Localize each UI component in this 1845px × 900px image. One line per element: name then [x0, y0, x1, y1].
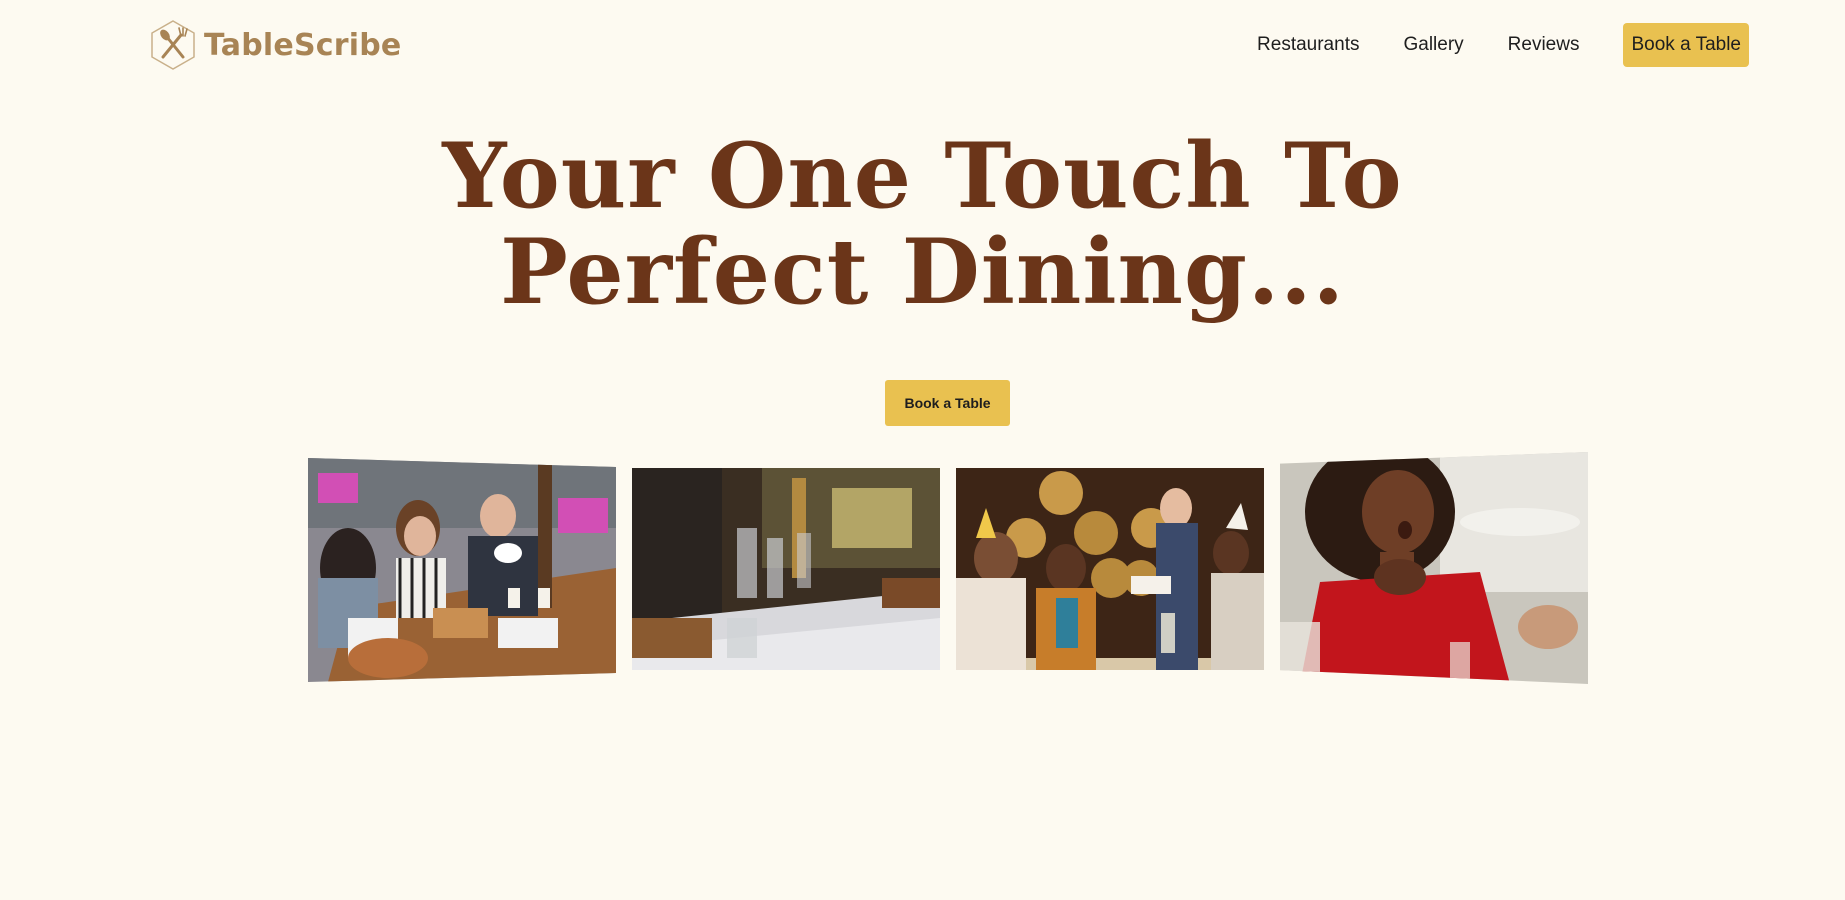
top-nav: TableScribe Restaurants Gallery Reviews … — [0, 0, 1845, 90]
hero-title: Your One Touch To Perfect Dining... — [0, 128, 1845, 320]
hero-title-line-1: Your One Touch To — [442, 123, 1403, 229]
nav-link-restaurants[interactable]: Restaurants — [1257, 34, 1359, 56]
hero-book-table-button[interactable]: Book a Table — [885, 380, 1010, 426]
surprised-woman-photo — [1280, 452, 1588, 684]
landing-page: TableScribe Restaurants Gallery Reviews … — [0, 0, 1845, 900]
brand-logo[interactable]: TableScribe — [150, 18, 401, 72]
set-restaurant-table-photo — [632, 468, 940, 670]
nav-book-table-button[interactable]: Book a Table — [1623, 23, 1749, 67]
fork-spoon-hexagon-icon — [151, 20, 195, 70]
nav-links: Restaurants Gallery Reviews Book a Table — [1257, 23, 1749, 67]
nav-link-reviews[interactable]: Reviews — [1508, 34, 1580, 56]
nav-link-gallery[interactable]: Gallery — [1403, 34, 1463, 56]
brand-name: TableScribe — [204, 27, 402, 63]
friends-dining-outdoors-photo — [308, 458, 616, 682]
hero-title-line-2: Perfect Dining... — [500, 219, 1345, 325]
birthday-celebration-photo — [956, 468, 1264, 670]
